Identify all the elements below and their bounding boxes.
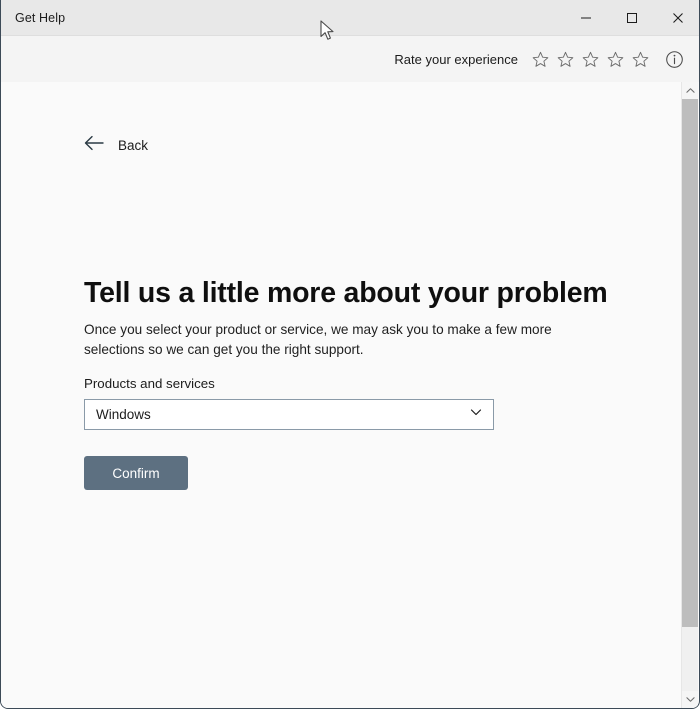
minimize-button[interactable] [563, 0, 609, 36]
close-button[interactable] [655, 0, 699, 36]
scroll-track[interactable] [682, 99, 698, 691]
back-label: Back [118, 138, 149, 153]
star-icon-2[interactable] [553, 47, 578, 72]
scroll-thumb[interactable] [682, 99, 698, 627]
products-services-dropdown[interactable]: Windows [84, 399, 494, 430]
chevron-down-icon [469, 405, 483, 424]
scroll-up-button[interactable] [682, 82, 698, 99]
back-link[interactable]: Back [84, 135, 148, 156]
info-circle-icon[interactable] [661, 46, 687, 72]
star-icon-5[interactable] [628, 47, 653, 72]
scroll-down-button[interactable] [682, 691, 698, 708]
products-services-value: Windows [96, 407, 151, 422]
content-area: Back Tell us a little more about your pr… [1, 82, 683, 708]
maximize-button[interactable] [609, 0, 655, 36]
star-icon-1[interactable] [528, 47, 553, 72]
star-icon-3[interactable] [578, 47, 603, 72]
vertical-scrollbar[interactable] [681, 82, 698, 708]
confirm-button[interactable]: Confirm [84, 456, 188, 490]
window-title: Get Help [15, 10, 66, 25]
window-controls [563, 0, 699, 36]
rating-bar: Rate your experience [1, 36, 699, 82]
title-bar[interactable]: Get Help [1, 0, 699, 36]
products-services-label: Products and services [84, 376, 215, 391]
get-help-window: Get Help Rate your experience Back Tell … [0, 0, 700, 709]
arrow-left-icon [84, 135, 105, 156]
star-rating-group[interactable] [528, 47, 653, 72]
page-title: Tell us a little more about your problem [84, 277, 608, 310]
star-icon-4[interactable] [603, 47, 628, 72]
page-description: Once you select your product or service,… [84, 321, 552, 357]
rate-experience-label: Rate your experience [394, 51, 518, 67]
